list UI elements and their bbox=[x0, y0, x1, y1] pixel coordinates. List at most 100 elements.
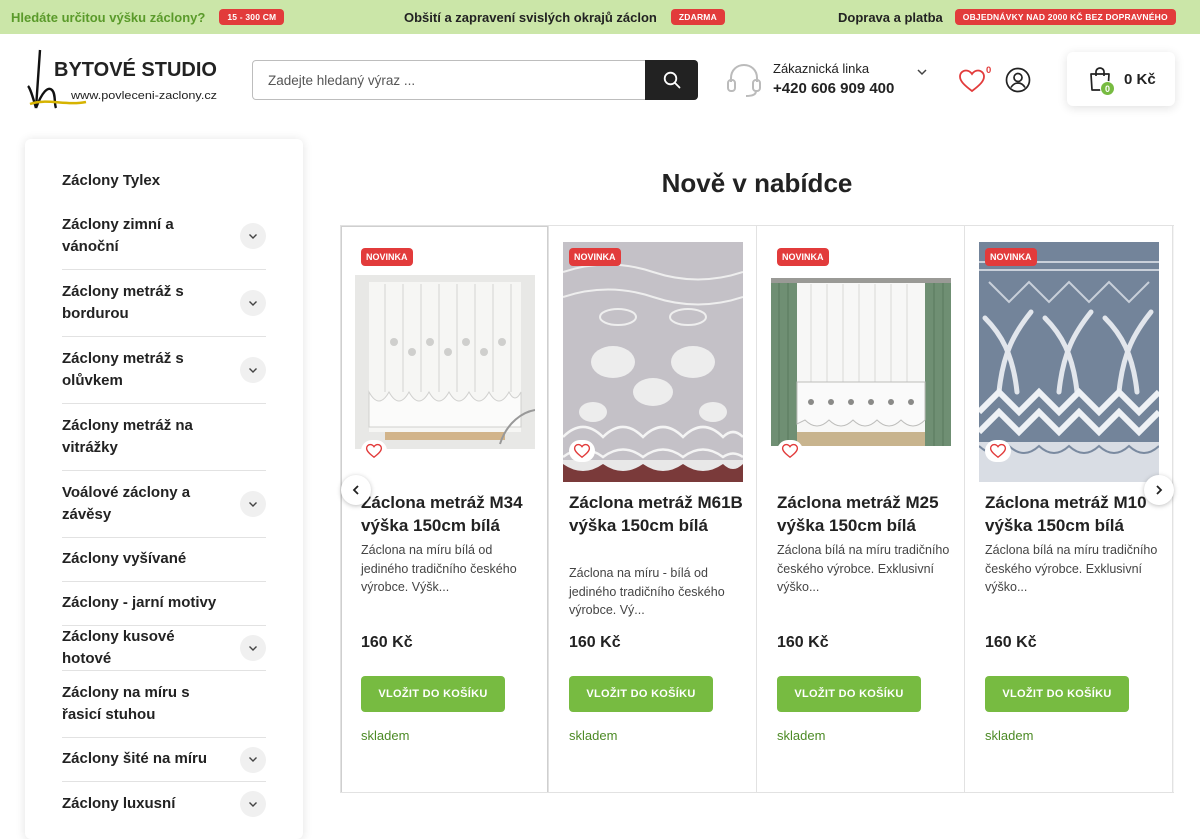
sidebar-item-label: Záclony - jarní motivy bbox=[62, 594, 217, 612]
new-badge: NOVINKA bbox=[361, 248, 413, 266]
sidebar-item-label: Záclony kusové hotové bbox=[62, 627, 175, 668]
category-sidebar: Záclony Tylex Záclony zimní a vánoční Zá… bbox=[25, 139, 303, 839]
search-input[interactable] bbox=[253, 61, 646, 99]
product-card[interactable]: NOVINKA Záclona metráž M34 výška 150cm b… bbox=[341, 226, 549, 792]
add-to-favorites-button[interactable] bbox=[777, 440, 803, 462]
search-box bbox=[252, 60, 698, 100]
heart-icon[interactable] bbox=[958, 68, 986, 94]
add-to-favorites-button[interactable] bbox=[361, 440, 387, 462]
sidebar-item-site-na-miru[interactable]: Záclony šité na míru bbox=[62, 738, 266, 782]
product-price: 160 Kč bbox=[777, 634, 829, 651]
next-product-card-edge bbox=[1173, 226, 1174, 792]
topbar-sewing-info[interactable]: Obšití a zapravení svislých okrajů záclo… bbox=[404, 0, 725, 34]
sidebar-item-jarni[interactable]: Záclony - jarní motivy bbox=[62, 582, 266, 626]
chevron-down-icon[interactable] bbox=[240, 746, 266, 773]
chevron-down-icon[interactable] bbox=[240, 635, 266, 661]
customer-line-phone[interactable]: +420 606 909 400 bbox=[773, 80, 894, 97]
sidebar-item-label: Voálové záclony a závěsy bbox=[62, 483, 191, 524]
add-to-cart-button[interactable]: VLOŽIT DO KOŠÍKU bbox=[985, 676, 1129, 712]
product-name[interactable]: Záclona metráž M25 výška 150cm bílá bbox=[777, 492, 957, 537]
heart-icon bbox=[573, 443, 591, 459]
topbar-height-info[interactable]: Hledáte určitou výšku záclony? 15 - 300 … bbox=[11, 0, 285, 34]
sidebar-item-rasici-stuha[interactable]: Záclony na míru s řasicí stuhou bbox=[62, 671, 266, 738]
add-to-favorites-button[interactable] bbox=[569, 440, 595, 462]
sidebar-item-label: Záclony luxusní bbox=[62, 794, 176, 812]
product-card[interactable]: NOVINKA Záclona metráž M10 výška 150cm b… bbox=[965, 226, 1173, 792]
chevron-down-icon[interactable] bbox=[240, 791, 266, 817]
user-icon[interactable] bbox=[1005, 67, 1031, 93]
logo-url: www.povleceni-zaclony.cz bbox=[70, 90, 217, 102]
chevron-down-icon[interactable] bbox=[240, 357, 266, 383]
carousel-next-button[interactable] bbox=[1144, 475, 1174, 505]
cart-total: 0 Kč bbox=[1124, 71, 1156, 88]
add-to-cart-button[interactable]: VLOŽIT DO KOŠÍKU bbox=[777, 676, 921, 712]
product-price: 160 Kč bbox=[361, 634, 413, 651]
customer-line-label: Zákaznická linka bbox=[773, 61, 870, 76]
topbar-shipping-text: Doprava a platba bbox=[838, 9, 943, 25]
chevron-down-icon[interactable] bbox=[240, 491, 266, 517]
sidebar-item-label: Záclony Tylex bbox=[62, 171, 161, 189]
topbar-sewing-badge: ZDARMA bbox=[670, 9, 725, 25]
new-badge: NOVINKA bbox=[777, 248, 829, 266]
stock-status: skladem bbox=[777, 728, 826, 743]
topbar-height-badge: 15 - 300 CM bbox=[219, 9, 285, 25]
search-icon bbox=[663, 71, 680, 89]
sidebar-item-tylex[interactable]: Záclony Tylex bbox=[62, 159, 266, 203]
product-description: Záclona bílá na míru tradičního českého … bbox=[985, 543, 1158, 594]
cart-count: 0 bbox=[1100, 81, 1115, 96]
product-name[interactable]: Záclona metráž M10 výška 150cm bílá bbox=[985, 492, 1165, 537]
product-carousel: NOVINKA Záclona metráž M34 výška 150cm b… bbox=[340, 225, 1174, 793]
product-price: 160 Kč bbox=[569, 634, 621, 651]
product-description: Záclona na míru - bílá od jediného tradi… bbox=[569, 566, 725, 617]
sidebar-item-label: Záclony metráž na vitrážky bbox=[62, 416, 193, 457]
sidebar-item-label: Záclony šité na míru bbox=[62, 750, 208, 768]
sidebar-item-zimni[interactable]: Záclony zimní a vánoční bbox=[62, 203, 266, 270]
sidebar-item-oluvko[interactable]: Záclony metráž s olůvkem bbox=[62, 337, 266, 404]
chevron-right-icon bbox=[1156, 485, 1163, 495]
sidebar-item-bordura[interactable]: Záclony metráž s bordurou bbox=[62, 270, 266, 337]
sidebar-item-label: Záclony metráž s bordurou bbox=[62, 282, 184, 323]
chevron-left-icon bbox=[352, 485, 359, 495]
product-name[interactable]: Záclona metráž M34 výška 150cm bílá bbox=[361, 492, 541, 537]
heart-icon bbox=[781, 443, 799, 459]
product-description: Záclona na míru bílá od jediného tradičn… bbox=[361, 543, 517, 594]
search-button[interactable] bbox=[645, 60, 698, 100]
cart-button[interactable]: 0 0 Kč bbox=[1067, 52, 1175, 106]
sidebar-item-label: Záclony metráž s olůvkem bbox=[62, 349, 184, 390]
chevron-down-icon[interactable] bbox=[240, 290, 266, 316]
product-card[interactable]: NOVINKA Záclona metráž M25 výška 150cm b… bbox=[757, 226, 965, 792]
chevron-down-icon[interactable] bbox=[240, 223, 266, 249]
stock-status: skladem bbox=[985, 728, 1034, 743]
heart-icon bbox=[365, 443, 383, 459]
sidebar-item-vysivane[interactable]: Záclony vyšívané bbox=[62, 538, 266, 582]
favorites-count: 0 bbox=[986, 65, 992, 76]
section-title: Nově v nabídce bbox=[661, 168, 853, 198]
topbar-height-text: Hledáte určitou výšku záclony? bbox=[11, 9, 206, 25]
sidebar-item-label: Záclony na míru s řasicí stuhou bbox=[62, 683, 190, 724]
new-badge: NOVINKA bbox=[985, 248, 1037, 266]
add-to-cart-button[interactable]: VLOŽIT DO KOŠÍKU bbox=[569, 676, 713, 712]
new-badge: NOVINKA bbox=[569, 248, 621, 266]
sidebar-item-luxusni[interactable]: Záclony luxusní bbox=[62, 782, 266, 826]
product-price: 160 Kč bbox=[985, 634, 1037, 651]
chevron-down-icon[interactable] bbox=[916, 68, 928, 76]
add-to-cart-button[interactable]: VLOŽIT DO KOŠÍKU bbox=[361, 676, 505, 712]
product-name[interactable]: Záclona metráž M61B výška 150cm bílá bbox=[569, 492, 749, 537]
add-to-favorites-button[interactable] bbox=[985, 440, 1011, 462]
sidebar-item-vitrazky[interactable]: Záclony metráž na vitrážky bbox=[62, 404, 266, 471]
product-description: Záclona bílá na míru tradičního českého … bbox=[777, 543, 950, 594]
site-header: BYTOVÉ STUDIO www.povleceni-zaclony.cz Z… bbox=[0, 34, 1200, 126]
headset-icon bbox=[727, 63, 761, 97]
sidebar-item-kusove[interactable]: Záclony kusové hotové bbox=[62, 626, 266, 671]
stock-status: skladem bbox=[569, 728, 618, 743]
site-logo[interactable]: BYTOVÉ STUDIO www.povleceni-zaclony.cz bbox=[26, 46, 221, 114]
heart-icon bbox=[989, 443, 1007, 459]
topbar-shipping-info[interactable]: Doprava a platba OBJEDNÁVKY NAD 2000 KČ … bbox=[838, 0, 1176, 34]
sidebar-item-label: Záclony vyšívané bbox=[62, 550, 187, 568]
carousel-prev-button[interactable] bbox=[341, 475, 371, 505]
stock-status: skladem bbox=[361, 728, 410, 743]
sidebar-item-voal[interactable]: Voálové záclony a závěsy bbox=[62, 471, 266, 538]
logo-title: BYTOVÉ STUDIO bbox=[54, 58, 217, 81]
topbar-sewing-text: Obšití a zapravení svislých okrajů záclo… bbox=[404, 9, 657, 25]
product-card[interactable]: NOVINKA Záclona metráž M61B výška 150cm … bbox=[549, 226, 757, 792]
